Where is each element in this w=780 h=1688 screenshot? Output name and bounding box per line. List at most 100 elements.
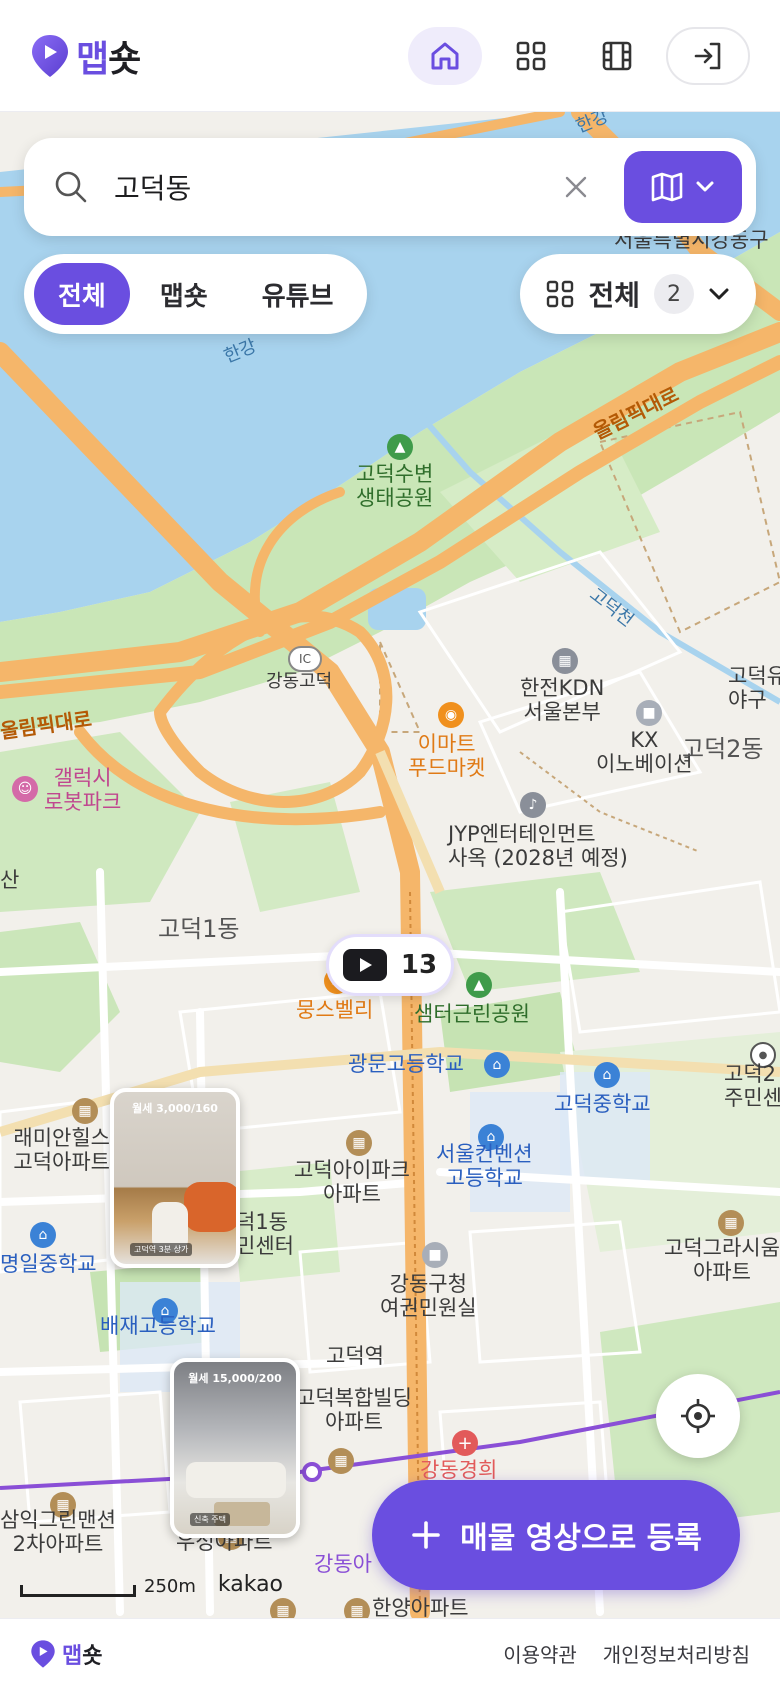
map-label-hospital: 강동경희 — [420, 1458, 498, 1482]
top-header: 맵숏 — [0, 0, 780, 112]
search-input[interactable]: 고덕동 — [114, 167, 556, 207]
map-view-toggle-button[interactable] — [624, 151, 742, 223]
home-icon — [431, 42, 459, 69]
clear-search-button[interactable] — [556, 167, 596, 207]
grid-icon — [516, 41, 546, 70]
sofa-shape — [184, 1182, 236, 1232]
apt3-poi-icon[interactable]: ▦ — [718, 1210, 744, 1236]
app-root: 맵숏 ▲ IC ▦ ◉ ■ ♪ ☺ ▲ ⌂ ⌂ ⌂ ▦ ▦ ▦ ⌂ ⌂ ■ ● … — [0, 0, 780, 1688]
footer-brand[interactable]: 맵숏 — [30, 1638, 103, 1670]
scale-value: 250m — [144, 1576, 196, 1597]
terms-link[interactable]: 이용약관 — [503, 1639, 577, 1668]
nav-home-button[interactable] — [408, 26, 482, 85]
crosshair-icon — [681, 1399, 715, 1433]
map-label-complex: 고덕복합빌딩 아파트 — [296, 1386, 412, 1435]
scale-bar — [20, 1585, 136, 1597]
login-icon — [694, 42, 721, 69]
map-label-kepco: 한전KDN 서울본부 — [520, 676, 605, 725]
map-label-godeok2: 고덕2동 — [682, 735, 764, 763]
nav-login-button[interactable] — [666, 26, 750, 85]
youtube-play-icon — [342, 949, 387, 981]
school2-poi-icon[interactable]: ⌂ — [594, 1062, 620, 1088]
category-count-badge: 2 — [654, 274, 694, 314]
map-pin-logo-icon — [32, 34, 68, 77]
school4-poi-icon[interactable]: ⌂ — [30, 1222, 56, 1248]
search-bar: 고덕동 — [24, 138, 756, 236]
listing-tag-1: 고덕역 3분 상가 — [130, 1243, 193, 1256]
register-listing-video-button[interactable]: 매물 영상으로 등록 — [372, 1480, 740, 1590]
listing-tag-2: 신축 주택 — [190, 1513, 230, 1526]
gallery-poi-icon[interactable]: ☺ — [12, 776, 38, 802]
tab-all[interactable]: 전체 — [34, 263, 130, 325]
map-label-gangdong-apt: 강동아 — [314, 1552, 372, 1576]
brand-logo[interactable]: 맵숏 — [30, 30, 141, 82]
source-filter-tabs: 전체 맵숏 유튜브 — [24, 254, 368, 334]
privacy-policy-link[interactable]: 개인정보처리방침 — [603, 1639, 750, 1668]
category-label: 전체 — [588, 279, 640, 312]
footer-brand-part2: 숏 — [82, 1643, 103, 1669]
map-label-ipark: 고덕아이파크 아파트 — [294, 1158, 410, 1207]
apt2-poi-icon[interactable]: ▦ — [346, 1130, 372, 1156]
listing-price-1: 월세 3,000/160 — [132, 1102, 218, 1115]
map-label-moongs: 뭉스벨리 — [296, 998, 374, 1022]
map-label-kx: KX 이노베이션 — [596, 728, 693, 777]
couch-shape — [186, 1462, 286, 1498]
film-icon — [602, 41, 632, 70]
map-scale: 250m kakao — [20, 1572, 283, 1597]
apt8-poi-icon[interactable]: ▦ — [344, 1598, 370, 1618]
map-label-raemian: 래미안힐스 고덕아파트 — [13, 1126, 110, 1175]
map-label-godeokmid: 고덕중학교 — [554, 1092, 651, 1116]
listing-thumbnail-1[interactable]: 월세 3,000/160 고덕역 3분 상가 — [110, 1088, 240, 1268]
office-poi-icon[interactable]: ▦ — [552, 648, 578, 674]
map-label-ilmid: 명일중학교 — [0, 1252, 97, 1276]
map-pin-logo-icon — [31, 1639, 55, 1668]
brand-name: 맵숏 — [76, 30, 141, 82]
school1-poi-icon[interactable]: ⌂ — [484, 1052, 510, 1078]
map-label-convention: 서울컨벤션 고등학교 — [436, 1142, 533, 1191]
gov-poi-icon[interactable]: ■ — [422, 1242, 448, 1268]
map-label-hanyang: 한양아파트 — [372, 1596, 469, 1618]
hospital-poi-icon[interactable]: + — [452, 1430, 478, 1456]
apt4-poi-icon[interactable]: ▦ — [328, 1448, 354, 1474]
chevron-down-icon — [696, 181, 714, 192]
map-label-jyp: JYP엔터테인먼트 사옥 (2028년 예정) — [448, 822, 628, 871]
map-provider-logo: kakao — [217, 1572, 284, 1597]
park2-poi-icon[interactable]: ▲ — [466, 972, 492, 998]
shop-poi-icon[interactable]: ◉ — [438, 702, 464, 728]
building-poi-icon[interactable]: ■ — [636, 700, 662, 726]
map-icon — [651, 172, 683, 202]
tab-youtube[interactable]: 유튜브 — [238, 263, 358, 325]
music-poi-icon[interactable]: ♪ — [520, 792, 546, 818]
chevron-down-icon — [709, 288, 729, 300]
ic-poi-icon[interactable]: IC — [288, 646, 322, 672]
grid-icon — [547, 280, 574, 308]
plus-icon — [412, 1521, 440, 1549]
map-label-samteo: 샘터근린공원 — [414, 1002, 530, 1026]
footer-links: 이용약관 개인정보처리방침 — [503, 1639, 750, 1668]
map-label-gallery: 갤럭시 로봇파크 — [44, 766, 122, 815]
footer-brand-part1: 맵 — [62, 1643, 83, 1669]
nav-film-button[interactable] — [580, 27, 654, 85]
current-location-button[interactable] — [656, 1374, 740, 1458]
apt1-poi-icon[interactable]: ▦ — [72, 1098, 98, 1124]
apt7-poi-icon[interactable]: ▦ — [270, 1598, 296, 1618]
listing-thumbnail-2[interactable]: 월세 15,000/200 신축 주택 — [170, 1358, 300, 1538]
map-label-station: 고덕역 — [326, 1344, 384, 1368]
footer-bar: 맵숏 이용약관 개인정보처리방침 — [0, 1618, 780, 1688]
brand-part2: 숏 — [108, 38, 141, 80]
map-label-san: 산 — [0, 868, 20, 892]
search-icon — [55, 171, 87, 203]
tab-mapshot[interactable]: 맵숏 — [136, 263, 232, 325]
category-dropdown[interactable]: 전체 2 — [520, 254, 756, 334]
cluster-count: 13 — [400, 950, 438, 980]
map-label-gangdonggu: 강동구청 여권민원실 — [380, 1272, 477, 1321]
close-icon — [565, 176, 587, 198]
nav-grid-button[interactable] — [494, 27, 568, 85]
map-label-ic: 강동고덕 — [266, 671, 333, 692]
map-label-godeok1: 고덕1동 — [158, 915, 240, 943]
top-nav — [408, 26, 750, 85]
park-poi-icon[interactable]: ▲ — [387, 434, 413, 460]
map-label-grace: 고덕그라시움 아파트 — [664, 1236, 780, 1285]
map-label-gwangmun: 광문고등학교 — [348, 1052, 464, 1076]
video-cluster-marker[interactable]: 13 — [326, 934, 454, 996]
